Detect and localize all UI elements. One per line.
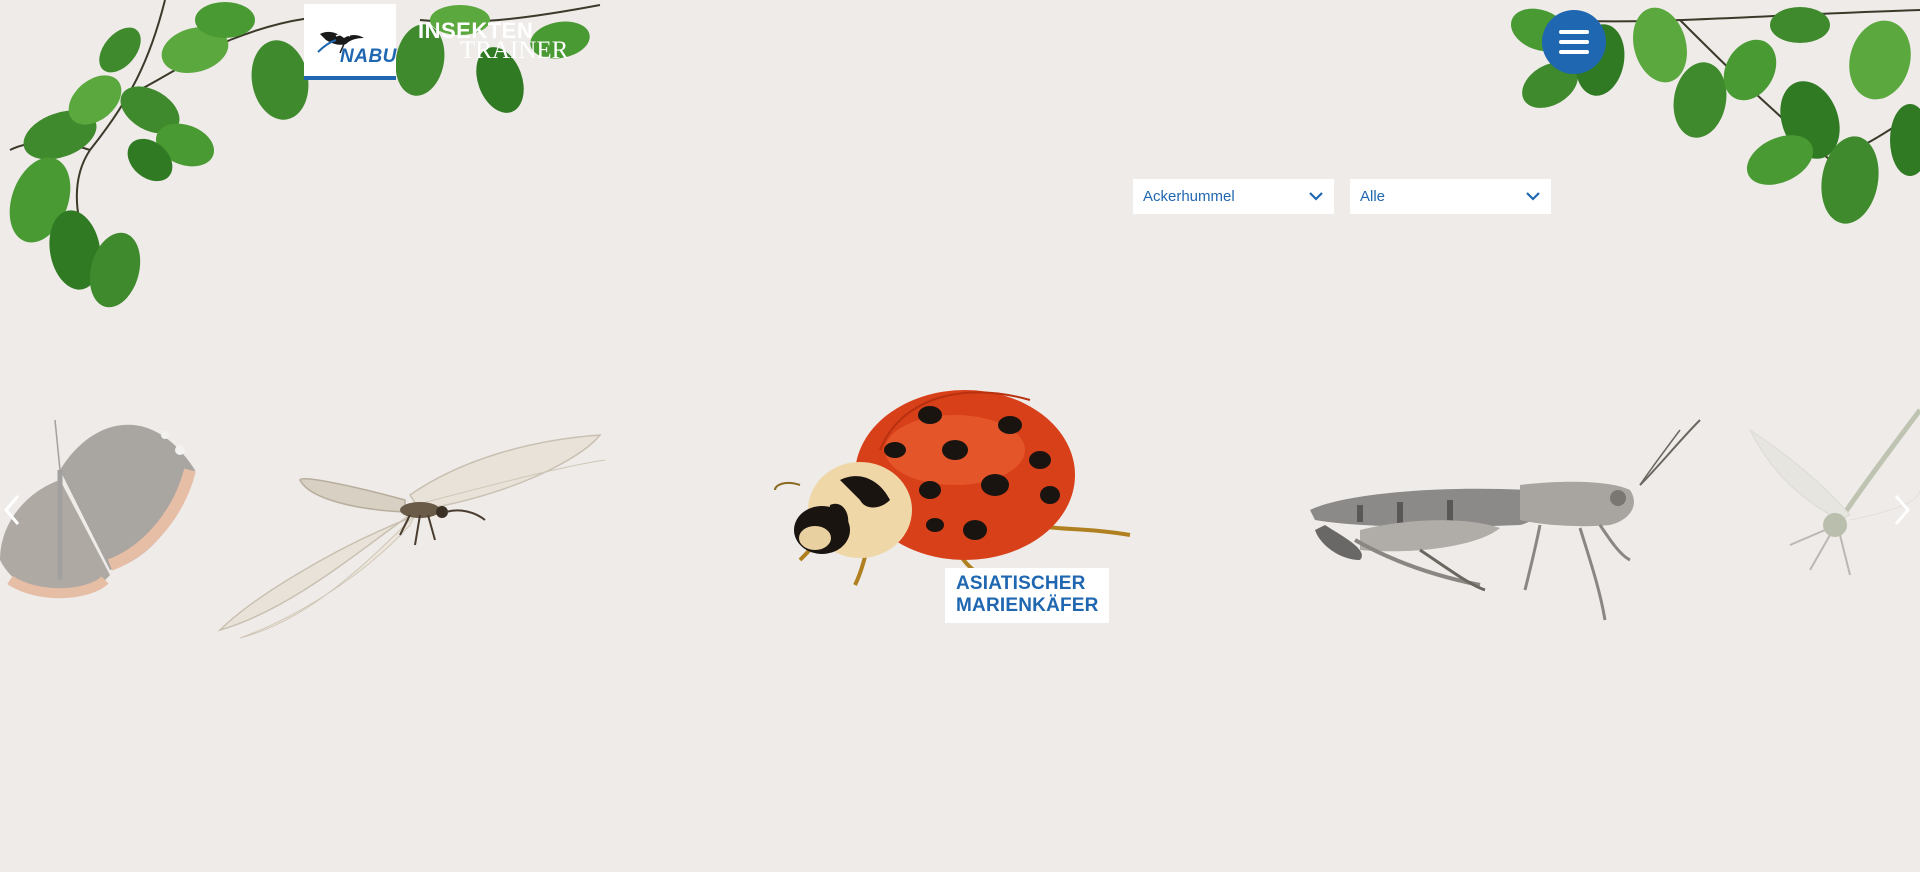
chevron-down-icon [1309,192,1323,201]
chevron-down-icon [1526,192,1540,201]
species-select[interactable]: Ackerhummel [1133,179,1334,214]
insect-trainer-page: NABU INSEKTEN TRAINER Ackerhummel Alle A… [0,0,1920,872]
species-select-value: Ackerhummel [1143,188,1235,205]
menu-line [1559,50,1589,54]
category-select-value: Alle [1360,188,1386,205]
butterfly-image[interactable] [0,380,210,620]
featured-insect-label[interactable]: ASIATISCHER MARIENKÄFER [945,568,1109,623]
featured-insect-name-line1: ASIATISCHER [956,573,1086,594]
insect-carousel [0,300,1920,700]
menu-line [1559,30,1589,34]
grasshopper-image[interactable] [1300,410,1710,630]
hamburger-menu-icon[interactable] [1542,10,1606,74]
menu-line [1559,40,1589,44]
chevron-right-icon[interactable] [1890,490,1914,530]
app-title[interactable]: INSEKTEN TRAINER [418,20,569,64]
featured-insect-name-line2: MARIENKÄFER [956,595,1099,616]
app-title-line2: TRAINER [460,37,569,64]
chevron-left-icon[interactable] [0,490,24,530]
category-select[interactable]: Alle [1350,179,1551,214]
nabu-logo[interactable]: NABU [304,4,396,80]
nabu-logo-text: NABU [340,46,397,67]
antlion-image[interactable] [210,420,610,640]
